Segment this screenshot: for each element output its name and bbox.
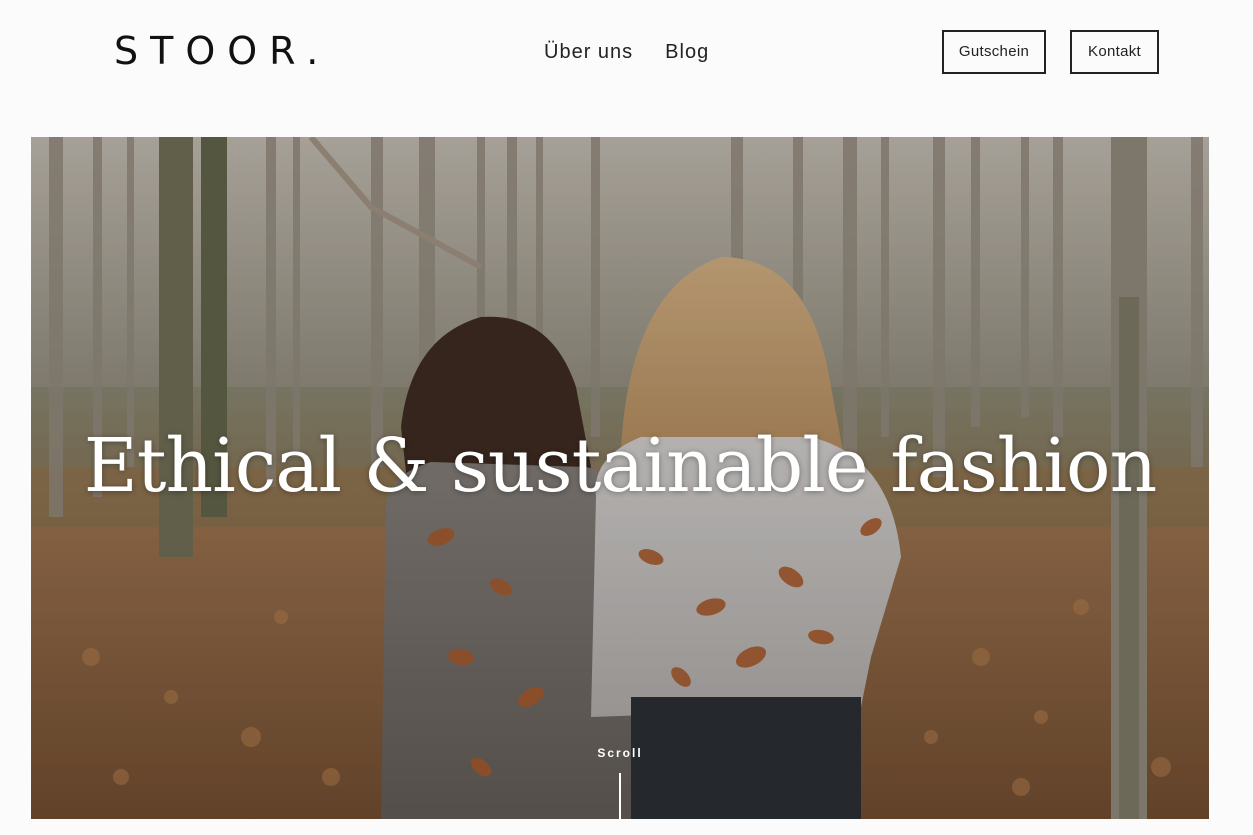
scroll-label[interactable]: Scroll [31, 746, 1209, 760]
hero-section: Ethical & sustainable fashion Scroll [31, 137, 1209, 819]
nav-item-blog[interactable]: Blog [665, 38, 709, 66]
scroll-indicator-line [619, 773, 621, 819]
nav-item-ueber-uns[interactable]: Über uns [544, 38, 633, 66]
main-nav: Über uns Blog [544, 38, 709, 66]
logo[interactable]: STOOR. [114, 29, 330, 73]
gift-voucher-button[interactable]: Gutschein [942, 30, 1046, 74]
hero-headline: Ethical & sustainable fashion [83, 423, 1158, 509]
contact-button[interactable]: Kontakt [1070, 30, 1159, 74]
